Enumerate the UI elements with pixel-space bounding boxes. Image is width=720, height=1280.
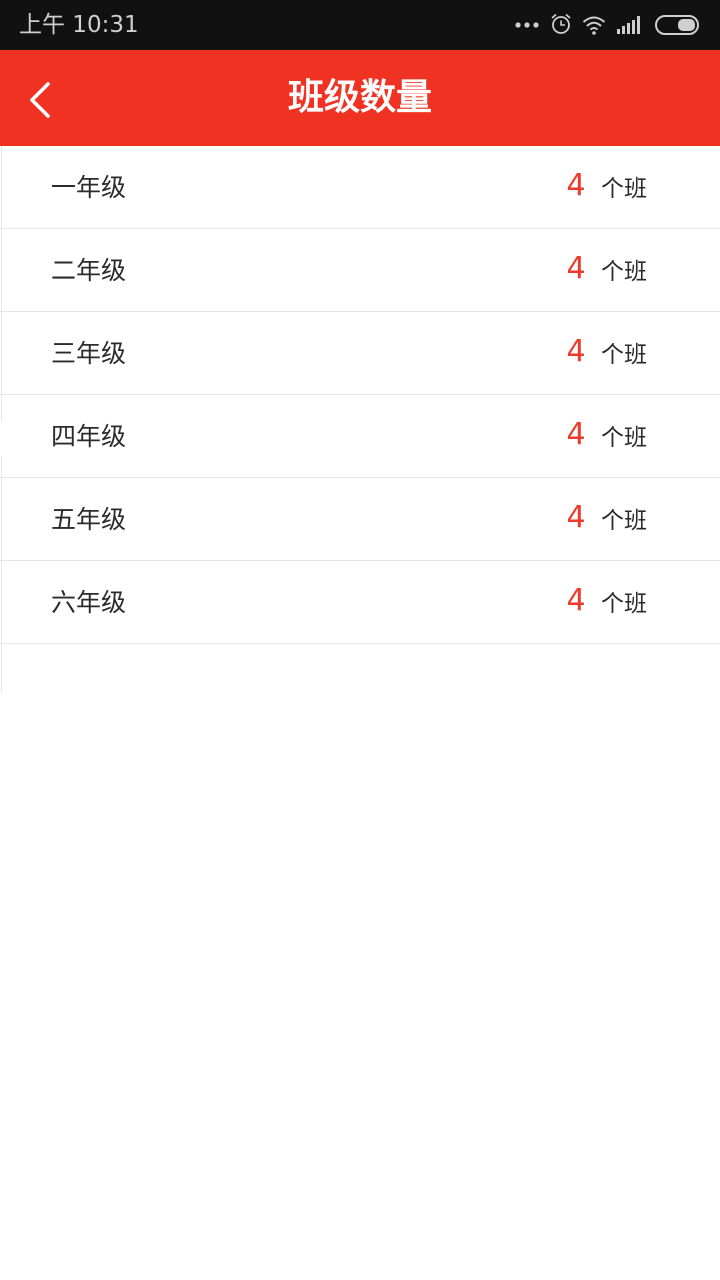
wifi-icon [582, 16, 606, 35]
header-bar: 班级数量 [0, 50, 720, 146]
status-time: 上午 10:31 [19, 12, 139, 38]
grade-row-3[interactable]: 三年级 4 个班 [0, 312, 720, 395]
class-unit: 个班 [601, 259, 647, 285]
page-title: 班级数量 [287, 77, 432, 118]
class-count: 4 [566, 168, 586, 203]
class-unit: 个班 [601, 176, 647, 202]
grade-row-6[interactable]: 六年级 4 个班 [0, 561, 720, 644]
class-count: 4 [566, 500, 586, 535]
more-dots-icon [515, 22, 539, 28]
grade-label: 一年级 [51, 173, 127, 202]
class-unit: 个班 [601, 591, 647, 617]
grade-label: 五年级 [51, 505, 127, 534]
class-count: 4 [566, 583, 586, 618]
signal-icon [617, 16, 640, 34]
grade-row-1[interactable]: 一年级 4 个班 [0, 146, 720, 229]
status-bar: 上午 10:31 [0, 0, 720, 50]
grade-list: 一年级 4 个班 二年级 4 个班 三年级 4 个班 四年级 4 个班 五年级 … [0, 146, 720, 692]
class-unit: 个班 [601, 342, 647, 368]
class-count: 4 [566, 334, 586, 369]
battery-icon [655, 15, 699, 35]
grade-label: 六年级 [51, 588, 127, 617]
class-count: 4 [566, 417, 586, 452]
grade-row-4[interactable]: 四年级 4 个班 [0, 395, 720, 478]
grade-label: 三年级 [51, 339, 127, 368]
alarm-icon [551, 13, 571, 34]
grade-label: 二年级 [51, 256, 127, 285]
grade-row-2[interactable]: 二年级 4 个班 [0, 229, 720, 312]
grade-label: 四年级 [51, 422, 127, 451]
class-unit: 个班 [601, 425, 647, 451]
class-unit: 个班 [601, 508, 647, 534]
grade-row-5[interactable]: 五年级 4 个班 [0, 478, 720, 561]
class-count: 4 [566, 251, 586, 286]
